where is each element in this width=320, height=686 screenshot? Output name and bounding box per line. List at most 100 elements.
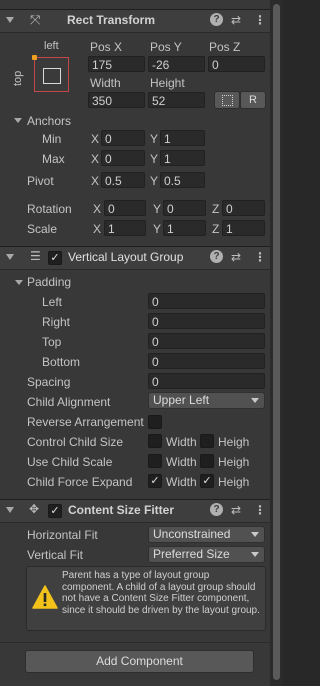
width-label: Width <box>166 455 197 469</box>
y-label: Y <box>150 132 159 146</box>
content-size-fitter-icon: ✥ <box>29 502 40 516</box>
anchor-min-x-field[interactable]: 0 <box>101 130 145 146</box>
rotation-y-field[interactable]: 0 <box>163 200 206 216</box>
chevron-down-icon <box>251 552 259 557</box>
padding-right-label: Right <box>42 315 71 329</box>
anchor-horizontal-label: left <box>44 40 59 52</box>
z-label: Z <box>212 222 220 236</box>
reverse-arrangement-label: Reverse Arrangement <box>27 415 144 429</box>
anchor-presets-button[interactable] <box>32 55 69 92</box>
height-label: Heigh <box>218 475 250 489</box>
use-child-scale-width-checkbox[interactable] <box>148 454 162 468</box>
child-alignment-value: Upper Left <box>153 393 210 407</box>
child-force-expand-width-checkbox[interactable]: ✓ <box>148 474 162 488</box>
anchor-min-y-field[interactable]: 1 <box>160 130 205 146</box>
padding-top-label: Top <box>42 335 62 349</box>
child-alignment-dropdown[interactable]: Upper Left <box>148 392 265 409</box>
content-size-fitter-enabled-checkbox[interactable]: ✓ <box>48 504 62 518</box>
presets-icon[interactable]: ⇄ <box>231 13 241 27</box>
padding-left-field[interactable]: 0 <box>148 293 265 309</box>
vertical-layout-group-header[interactable]: ☰ ✓ Vertical Layout Group ? ⇄ ⋮ <box>0 246 270 270</box>
fold-arrow-icon[interactable] <box>6 507 14 513</box>
content-size-fitter-title: Content Size Fitter <box>68 503 175 517</box>
padding-bottom-label: Bottom <box>42 355 81 369</box>
child-force-expand-height-checkbox[interactable]: ✓ <box>200 474 214 488</box>
blueprint-mode-button[interactable] <box>214 91 240 109</box>
padding-right-field[interactable]: 0 <box>148 313 265 329</box>
x-label: X <box>93 222 102 236</box>
rect-transform-header[interactable]: ⤧ Rect Transform ? ⇄ ⋮ <box>0 9 270 33</box>
fold-arrow-icon[interactable] <box>6 254 14 260</box>
context-menu-icon[interactable]: ⋮ <box>254 503 266 517</box>
divider <box>0 642 270 643</box>
x-label: X <box>93 202 102 216</box>
help-icon[interactable]: ? <box>210 13 223 26</box>
anchor-max-y-field[interactable]: 1 <box>160 150 205 166</box>
rect-transform-icon: ⤧ <box>30 12 41 27</box>
help-icon[interactable]: ? <box>210 250 223 263</box>
anchor-min-label: Min <box>42 132 62 146</box>
vertical-fit-label: Vertical Fit <box>27 548 84 562</box>
chevron-down-icon <box>251 398 259 403</box>
width-field[interactable]: 350 <box>88 92 145 108</box>
pivot-y-field[interactable]: 0.5 <box>160 172 205 188</box>
vertical-layout-group-enabled-checkbox[interactable]: ✓ <box>48 251 62 265</box>
pivot-x-field[interactable]: 0.5 <box>101 172 145 188</box>
layout-group-icon: ☰ <box>30 249 41 263</box>
rotation-x-field[interactable]: 0 <box>104 200 146 216</box>
reverse-arrangement-checkbox[interactable] <box>148 415 162 429</box>
content-size-fitter-header[interactable]: ✥ ✓ Content Size Fitter ? ⇄ ⋮ <box>0 499 270 523</box>
anchor-max-x-field[interactable]: 0 <box>101 150 145 166</box>
horizontal-fit-dropdown[interactable]: Unconstrained <box>148 526 265 543</box>
context-menu-icon[interactable]: ⋮ <box>254 250 266 264</box>
height-label: Heigh <box>218 455 250 469</box>
vertical-layout-group-title: Vertical Layout Group <box>68 250 184 264</box>
inspector-scrollbar[interactable] <box>270 0 283 686</box>
fold-arrow-icon[interactable] <box>6 17 14 23</box>
context-menu-icon[interactable]: ⋮ <box>254 13 266 27</box>
use-child-scale-height-checkbox[interactable] <box>200 454 214 468</box>
horizontal-fit-value: Unconstrained <box>153 527 231 541</box>
width-label: Width <box>90 76 121 90</box>
pos-z-label: Pos Z <box>209 40 241 54</box>
padding-bottom-field[interactable]: 0 <box>148 353 265 369</box>
padding-left-label: Left <box>42 295 63 309</box>
presets-icon[interactable]: ⇄ <box>231 250 241 264</box>
anchor-max-label: Max <box>42 152 65 166</box>
x-label: X <box>91 174 100 188</box>
rotation-z-field[interactable]: 0 <box>222 200 265 216</box>
spacing-label: Spacing <box>27 375 71 389</box>
anchors-fold-icon[interactable] <box>14 118 22 123</box>
padding-fold-icon[interactable] <box>15 280 23 285</box>
pos-y-label: Pos Y <box>150 40 182 54</box>
use-child-scale-label: Use Child Scale <box>27 455 113 469</box>
pos-y-field[interactable]: -26 <box>148 56 205 72</box>
pivot-label: Pivot <box>27 174 54 188</box>
height-field[interactable]: 52 <box>148 92 205 108</box>
rotation-label: Rotation <box>27 202 72 216</box>
anchor-vertical-label: top <box>12 70 24 86</box>
x-label: X <box>91 152 100 166</box>
warning-help-box: Parent has a type of layout group compon… <box>26 566 266 631</box>
vertical-fit-dropdown[interactable]: Preferred Size <box>148 546 265 563</box>
y-label: Y <box>153 202 162 216</box>
scrollbar-thumb[interactable] <box>273 4 280 680</box>
control-child-size-height-checkbox[interactable] <box>200 434 214 448</box>
presets-icon[interactable]: ⇄ <box>231 503 241 517</box>
spacing-field[interactable]: 0 <box>148 373 265 389</box>
vertical-fit-value: Preferred Size <box>153 547 230 561</box>
scale-y-field[interactable]: 1 <box>163 220 206 236</box>
pos-z-field[interactable]: 0 <box>208 56 265 72</box>
add-component-button[interactable]: Add Component <box>25 650 254 673</box>
raw-edit-button[interactable]: R <box>240 91 266 109</box>
padding-top-field[interactable]: 0 <box>148 333 265 349</box>
child-force-expand-label: Child Force Expand <box>27 475 133 489</box>
inspector-panel: ⤧ Rect Transform ? ⇄ ⋮ left top Pos X Po… <box>0 0 270 686</box>
child-alignment-label: Child Alignment <box>27 395 111 409</box>
control-child-size-width-checkbox[interactable] <box>148 434 162 448</box>
help-icon[interactable]: ? <box>210 503 223 516</box>
scale-z-field[interactable]: 1 <box>222 220 265 236</box>
anchor-dot-icon <box>32 55 37 60</box>
pos-x-field[interactable]: 175 <box>88 56 145 72</box>
scale-x-field[interactable]: 1 <box>104 220 146 236</box>
